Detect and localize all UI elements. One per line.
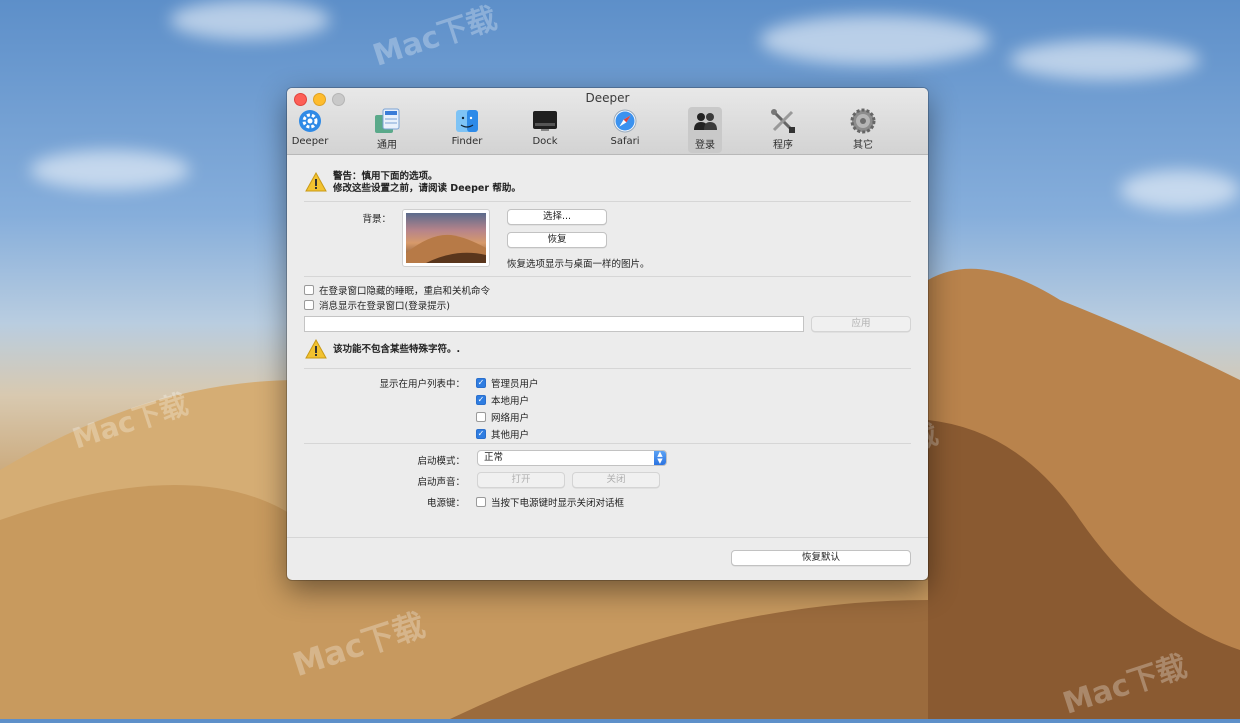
local-users-checkbox[interactable]: ✓ 本地用户 (476, 393, 529, 407)
deeper-gear-icon (296, 108, 324, 134)
gear-icon (849, 108, 877, 134)
tools-icon (769, 108, 797, 134)
tab-deeper[interactable]: Deeper (287, 107, 340, 153)
warning-icon (305, 172, 327, 192)
login-message-input[interactable] (304, 316, 804, 332)
tab-general[interactable]: 通用 (357, 107, 417, 153)
power-key-label: 电源键： (426, 498, 465, 509)
apply-button[interactable]: 应用 (811, 316, 911, 332)
checkbox-box[interactable] (476, 497, 486, 507)
safari-icon (611, 108, 639, 134)
checkbox-box[interactable]: ✓ (476, 395, 486, 405)
deeper-window: Deeper Deeper 通用 Finder Dock Safari 登录 程… (287, 88, 928, 580)
background-thumbnail[interactable] (402, 209, 490, 267)
user-list-label: 显示在用户列表中： (379, 379, 465, 390)
finder-icon (453, 108, 481, 134)
show-message-checkbox[interactable]: 消息显示在登录窗口(登录提示) (304, 298, 450, 312)
special-chars-warning: 该功能不包含某些特殊字符。. (333, 344, 461, 355)
startup-sound-label: 启动声音： (417, 477, 465, 488)
restore-defaults-button[interactable]: 恢复默认 (731, 550, 911, 566)
admin-users-checkbox[interactable]: ✓ 管理员用户 (476, 376, 539, 390)
preferences-toolbar: Deeper 通用 Finder Dock Safari 登录 程序 其它 (287, 107, 928, 153)
checkbox-box[interactable] (476, 412, 486, 422)
dock-icon (531, 108, 559, 134)
chevron-updown-icon: ▲ ▼ (654, 451, 666, 465)
tab-login[interactable]: 登录 (688, 107, 722, 153)
restore-hint: 恢复选项显示与桌面一样的图片。 (507, 259, 650, 270)
restore-background-button[interactable]: 恢复 (507, 232, 607, 248)
other-users-checkbox[interactable]: ✓ 其他用户 (476, 427, 529, 441)
divider (304, 276, 911, 277)
startup-mode-label: 启动模式： (417, 456, 465, 467)
window-title: Deeper (585, 91, 630, 105)
tab-programs[interactable]: 程序 (753, 107, 813, 153)
checkbox-box[interactable] (304, 285, 314, 295)
divider (304, 443, 911, 444)
checkbox-box[interactable]: ✓ (476, 378, 486, 388)
warning-icon (305, 339, 327, 359)
tab-dock[interactable]: Dock (515, 107, 575, 153)
power-dialog-checkbox[interactable]: 当按下电源键时显示关闭对话框 (476, 495, 624, 509)
tab-finder[interactable]: Finder (437, 107, 497, 153)
tab-other[interactable]: 其它 (833, 107, 893, 153)
checkbox-box[interactable]: ✓ (476, 429, 486, 439)
background-label: 背景： (362, 214, 391, 225)
startup-mode-select[interactable]: 正常 ▲ ▼ (477, 450, 667, 466)
divider (287, 537, 928, 538)
sound-on-button[interactable]: 打开 (477, 472, 565, 488)
login-pane: 警告：慎用下面的选项。 修改这些设置之前，请阅读 Deeper 帮助。 背景： … (287, 155, 928, 580)
checkbox-box[interactable] (304, 300, 314, 310)
users-icon (691, 108, 719, 134)
divider (304, 201, 911, 202)
general-icon (373, 108, 401, 134)
hide-sleep-checkbox[interactable]: 在登录窗口隐藏的睡眠，重启和关机命令 (304, 283, 490, 297)
warning-message: 警告：慎用下面的选项。 修改这些设置之前，请阅读 Deeper 帮助。 (333, 171, 521, 194)
network-users-checkbox[interactable]: 网络用户 (476, 410, 529, 424)
sound-off-button[interactable]: 关闭 (572, 472, 660, 488)
titlebar: Deeper Deeper 通用 Finder Dock Safari 登录 程… (287, 88, 928, 155)
tab-safari[interactable]: Safari (595, 107, 655, 153)
choose-background-button[interactable]: 选择... (507, 209, 607, 225)
divider (304, 368, 911, 369)
